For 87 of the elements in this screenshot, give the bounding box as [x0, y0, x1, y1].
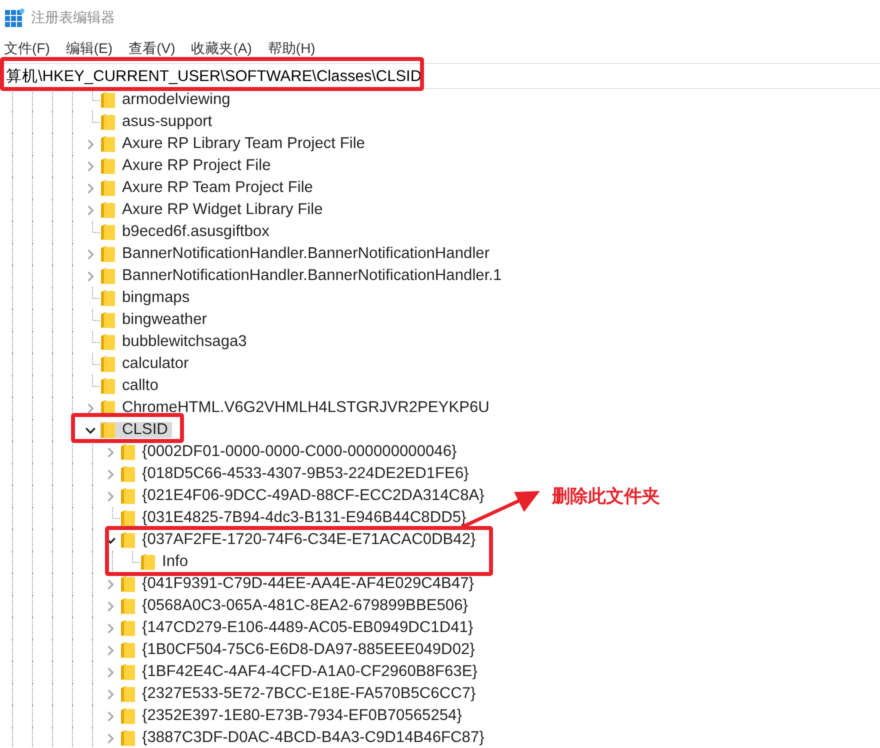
folder-icon — [120, 465, 136, 483]
folder-icon — [100, 91, 116, 109]
tree-item[interactable]: BannerNotificationHandler.BannerNotificationHandler.1 — [100, 268, 506, 284]
folder-icon — [120, 729, 136, 747]
tree-item[interactable]: {2327E533-5E72-7BCC-E18E-FA570B5C6CC7} — [120, 686, 480, 702]
folder-icon — [100, 223, 116, 241]
folder-icon — [100, 421, 116, 439]
expand-chevron-icon[interactable] — [84, 182, 96, 194]
folder-icon — [120, 707, 136, 725]
expand-chevron-icon[interactable] — [84, 402, 96, 414]
expand-chevron-icon[interactable] — [104, 644, 116, 656]
folder-icon — [100, 245, 116, 263]
tree-item[interactable]: b9eced6f.asusgiftbox — [100, 224, 274, 240]
folder-icon — [100, 377, 116, 395]
expand-chevron-icon[interactable] — [84, 138, 96, 150]
expand-chevron-icon[interactable] — [104, 710, 116, 722]
tree-item[interactable]: ChromeHTML.V6G2VHMLH4LSTGRJVR2PEYKP6U — [100, 400, 494, 416]
folder-icon — [100, 333, 116, 351]
expand-chevron-icon[interactable] — [104, 578, 116, 590]
tree-item[interactable]: bingmaps — [100, 290, 194, 306]
tree-item[interactable]: asus-support — [100, 114, 216, 130]
expand-chevron-icon[interactable] — [84, 204, 96, 216]
address-field[interactable]: 算机\HKEY_CURRENT_USER\SOFTWARE\Classes\CLSID — [0, 63, 880, 89]
expand-chevron-icon[interactable] — [104, 666, 116, 678]
expand-chevron-icon[interactable] — [104, 600, 116, 612]
folder-icon — [100, 179, 116, 197]
folder-icon — [100, 355, 116, 373]
folder-icon — [140, 553, 156, 571]
menu-item[interactable]: 收藏夹(A) — [190, 40, 253, 58]
collapse-chevron-icon[interactable] — [84, 424, 96, 436]
tree-item[interactable]: bingweather — [100, 312, 211, 328]
folder-icon — [100, 113, 116, 131]
folder-icon — [120, 641, 136, 659]
tree-item[interactable]: calculator — [100, 356, 193, 372]
expand-chevron-icon[interactable] — [104, 622, 116, 634]
tree-item[interactable]: CLSID — [100, 422, 172, 438]
tree-item[interactable]: Info — [140, 554, 192, 570]
folder-icon — [100, 135, 116, 153]
window-title: 注册表编辑器 — [31, 9, 115, 27]
tree-item[interactable]: {018D5C66-4533-4307-9B53-224DE2ED1FE6} — [120, 466, 473, 482]
folder-icon — [120, 531, 136, 549]
menu-item[interactable]: 文件(F) — [3, 40, 51, 58]
folder-icon — [120, 575, 136, 593]
tree-item[interactable]: Axure RP Library Team Project File — [100, 136, 369, 152]
registry-editor-icon — [5, 8, 25, 28]
tree-item[interactable]: {031E4825-7B94-4dc3-B131-E946B44C8DD5} — [120, 510, 470, 526]
folder-icon — [120, 619, 136, 637]
expand-chevron-icon[interactable] — [84, 270, 96, 282]
tree-item[interactable]: {041F9391-C79D-44EE-AA4E-AF4E029C4B47} — [120, 576, 478, 592]
folder-icon — [120, 487, 136, 505]
tree-item[interactable]: BannerNotificationHandler.BannerNotificationHandler — [100, 246, 494, 262]
folder-icon — [100, 289, 116, 307]
tree-item[interactable]: {2352E397-1E80-E73B-7934-EF0B70565254} — [120, 708, 466, 724]
tree-item[interactable]: Axure RP Project File — [100, 158, 275, 174]
folder-icon — [120, 685, 136, 703]
expand-chevron-icon[interactable] — [104, 688, 116, 700]
expand-chevron-icon[interactable] — [84, 160, 96, 172]
expand-chevron-icon[interactable] — [104, 468, 116, 480]
expand-chevron-icon[interactable] — [104, 446, 116, 458]
tree-item[interactable]: {037AF2FE-1720-74F6-C34E-E71ACAC0DB42} — [120, 532, 480, 548]
folder-icon — [120, 663, 136, 681]
tree-item[interactable]: armodelviewing — [100, 92, 234, 108]
tree-item[interactable]: {3887C3DF-D0AC-4BCD-B4A3-C9D14B46FC87} — [120, 730, 488, 746]
folder-icon — [120, 443, 136, 461]
tree-item[interactable]: {1BF42E4C-4AF4-4CFD-A1A0-CF2960B8F63E} — [120, 664, 482, 680]
folder-icon — [100, 201, 116, 219]
tree-item[interactable]: {0002DF01-0000-0000-C000-000000000046} — [120, 444, 461, 460]
tree-item[interactable]: Axure RP Widget Library File — [100, 202, 327, 218]
expand-chevron-icon[interactable] — [104, 732, 116, 744]
folder-icon — [120, 509, 136, 527]
tree-item[interactable]: bubblewitchsaga3 — [100, 334, 251, 350]
expand-chevron-icon[interactable] — [84, 248, 96, 260]
tree-item[interactable]: {1B0CF504-75C6-E6D8-DA97-885EEE049D02} — [120, 642, 479, 658]
folder-icon — [100, 311, 116, 329]
menu-item[interactable]: 编辑(E) — [64, 40, 114, 58]
expand-chevron-icon[interactable] — [104, 490, 116, 502]
menu-item[interactable]: 帮助(H) — [266, 40, 316, 58]
tree-item[interactable]: {147CD279-E106-4489-AC05-EB0949DC1D41} — [120, 620, 478, 636]
annotation-text: 删除此文件夹 — [552, 485, 660, 508]
tree-item[interactable]: {021E4F06-9DCC-49AD-88CF-ECC2DA314C8A} — [120, 488, 488, 504]
folder-icon — [100, 267, 116, 285]
folder-icon — [120, 597, 136, 615]
tree-item[interactable]: {0568A0C3-065A-481C-8EA2-679899BBE506} — [120, 598, 472, 614]
tree-item[interactable]: callto — [100, 378, 162, 394]
folder-icon — [100, 157, 116, 175]
menu-item[interactable]: 查看(V) — [128, 40, 176, 58]
tree-item[interactable]: Axure RP Team Project File — [100, 180, 317, 196]
